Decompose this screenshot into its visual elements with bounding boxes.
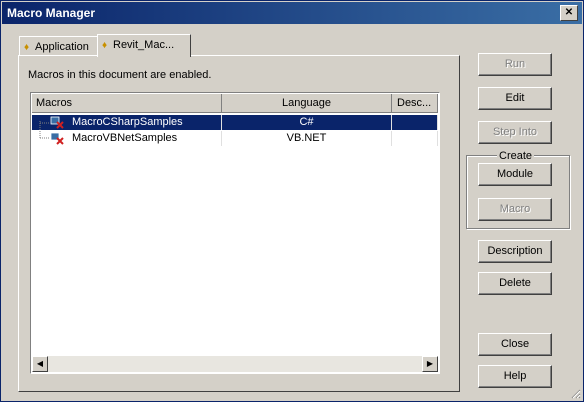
table-row[interactable]: MacroCSharpSamples C# (32, 115, 438, 130)
create-module-button[interactable]: Module (478, 163, 552, 186)
title-bar[interactable]: Macro Manager ✕ (2, 2, 582, 24)
status-text: Macros in this document are enabled. (28, 69, 212, 81)
macro-name-cell: MacroCSharpSamples (32, 115, 222, 130)
macro-module-icon (50, 132, 64, 145)
macro-module-icon (50, 116, 64, 129)
edit-button[interactable]: Edit (478, 87, 552, 110)
description-cell (392, 131, 438, 146)
create-macro-button[interactable]: Macro (478, 198, 552, 221)
lightbulb-icon: ♦ (102, 40, 108, 51)
scroll-left-arrow-icon[interactable]: ◀ (32, 356, 48, 372)
macro-manager-window: Macro Manager ✕ ♦ Application ♦ Revit_Mac.… (0, 0, 584, 402)
column-header-macros[interactable]: Macros (32, 94, 222, 113)
tab-application-label: Application (35, 41, 89, 53)
scroll-right-arrow-icon[interactable]: ▶ (422, 356, 438, 372)
window-title: Macro Manager (7, 6, 96, 20)
horizontal-scrollbar[interactable]: ◀ ▶ (32, 356, 438, 372)
step-into-button[interactable]: Step Into (478, 121, 552, 144)
macro-list[interactable]: Macros Language Desc... MacroCSharpSampl… (30, 92, 440, 374)
tree-lines (39, 121, 49, 139)
resize-grip-icon[interactable] (569, 387, 581, 399)
tab-revit-macros-label: Revit_Mac... (113, 39, 175, 51)
close-button[interactable]: Close (478, 333, 552, 356)
macro-name-cell: MacroVBNetSamples (32, 131, 222, 146)
help-button[interactable]: Help (478, 365, 552, 388)
run-button[interactable]: Run (478, 53, 552, 76)
macro-name: MacroCSharpSamples (72, 116, 183, 128)
column-header-description[interactable]: Desc... (392, 94, 438, 113)
description-button[interactable]: Description (478, 240, 552, 263)
create-group-label: Create (497, 150, 535, 162)
table-row[interactable]: MacroVBNetSamples VB.NET (32, 131, 438, 146)
macro-name: MacroVBNetSamples (72, 132, 178, 144)
tab-revit-macros[interactable]: ♦ Revit_Mac... (97, 34, 191, 57)
close-window-button[interactable]: ✕ (560, 5, 578, 21)
language-cell: C# (222, 115, 392, 130)
delete-button[interactable]: Delete (478, 272, 552, 295)
description-cell (392, 115, 438, 130)
column-header-language[interactable]: Language (222, 94, 392, 113)
language-cell: VB.NET (222, 131, 392, 146)
